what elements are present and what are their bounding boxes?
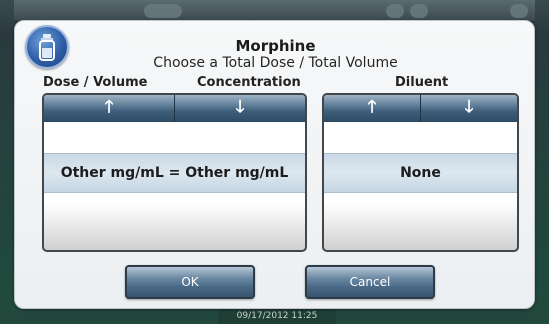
concentration-selected-value[interactable]: Other mg/mL = Other mg/mL (44, 153, 305, 193)
arrow-up-icon: 🡑 (104, 97, 114, 117)
arrow-down-icon: 🡓 (235, 97, 245, 117)
concentration-scroll-down-button[interactable]: 🡓 (175, 95, 305, 122)
concentration-header: Concentration (197, 75, 301, 90)
dose-volume-header: Dose / Volume (43, 75, 148, 90)
diluent-header: Diluent (395, 75, 449, 90)
diluent-scroll-down-button[interactable]: 🡓 (421, 95, 517, 122)
cancel-button[interactable]: Cancel (305, 265, 435, 299)
drug-title: Morphine (235, 37, 316, 55)
ok-button[interactable]: OK (125, 265, 255, 299)
diluent-picker[interactable]: 🡑 🡓 None (322, 93, 519, 252)
status-icon (510, 4, 528, 18)
concentration-scroll-up-button[interactable]: 🡑 (44, 95, 175, 122)
device-status-bar (14, 0, 535, 22)
diluent-selected-value[interactable]: None (324, 153, 517, 193)
status-indicator (144, 4, 182, 18)
dialog-instructions: Choose a Total Dose / Total Volume (153, 55, 398, 71)
status-icon (386, 4, 404, 18)
concentration-arrow-row: 🡑 🡓 (44, 95, 305, 122)
concentration-picker[interactable]: 🡑 🡓 Other mg/mL = Other mg/mL (42, 93, 307, 252)
arrow-down-icon: 🡓 (464, 97, 474, 117)
diluent-scroll-up-button[interactable]: 🡑 (324, 95, 421, 122)
diluent-arrow-row: 🡑 🡓 (324, 95, 517, 122)
status-icon (410, 4, 428, 18)
arrow-up-icon: 🡑 (367, 97, 377, 117)
datetime-readout: 09/17/2012 11:25 (218, 309, 336, 324)
dose-selection-dialog: Morphine Choose a Total Dose / Total Vol… (14, 20, 535, 309)
